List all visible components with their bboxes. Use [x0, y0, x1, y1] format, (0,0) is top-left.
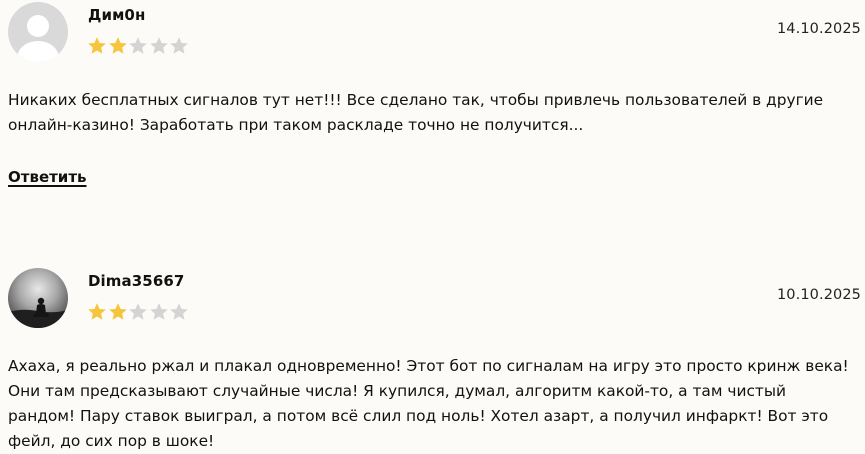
rating-stars [87, 302, 189, 322]
photo-avatar-icon [8, 268, 68, 328]
star-filled-icon [108, 37, 127, 54]
review-date: 10.10.2025 [776, 287, 861, 303]
review-author-name: Дим0н [88, 6, 146, 24]
rating-stars [87, 36, 189, 56]
star-filled-icon [108, 303, 127, 320]
star-filled-icon [88, 37, 106, 54]
reply-link[interactable]: Ответить [8, 168, 87, 186]
star-empty-icon [129, 37, 147, 54]
star-empty-icon [149, 37, 168, 54]
star-empty-icon [170, 303, 188, 320]
star-filled-icon [88, 303, 106, 320]
review-text: Никаких бесплатных сигналов тут нет!!! В… [8, 91, 824, 134]
star-empty-icon [149, 303, 168, 320]
review-text: Ахаха, я реально ржал и плакал одновреме… [8, 357, 849, 450]
star-empty-icon [129, 303, 147, 320]
default-user-avatar-icon [8, 2, 68, 62]
star-empty-icon [170, 37, 188, 54]
review-date: 14.10.2025 [776, 21, 861, 37]
review-author-name: Dima35667 [88, 272, 185, 290]
